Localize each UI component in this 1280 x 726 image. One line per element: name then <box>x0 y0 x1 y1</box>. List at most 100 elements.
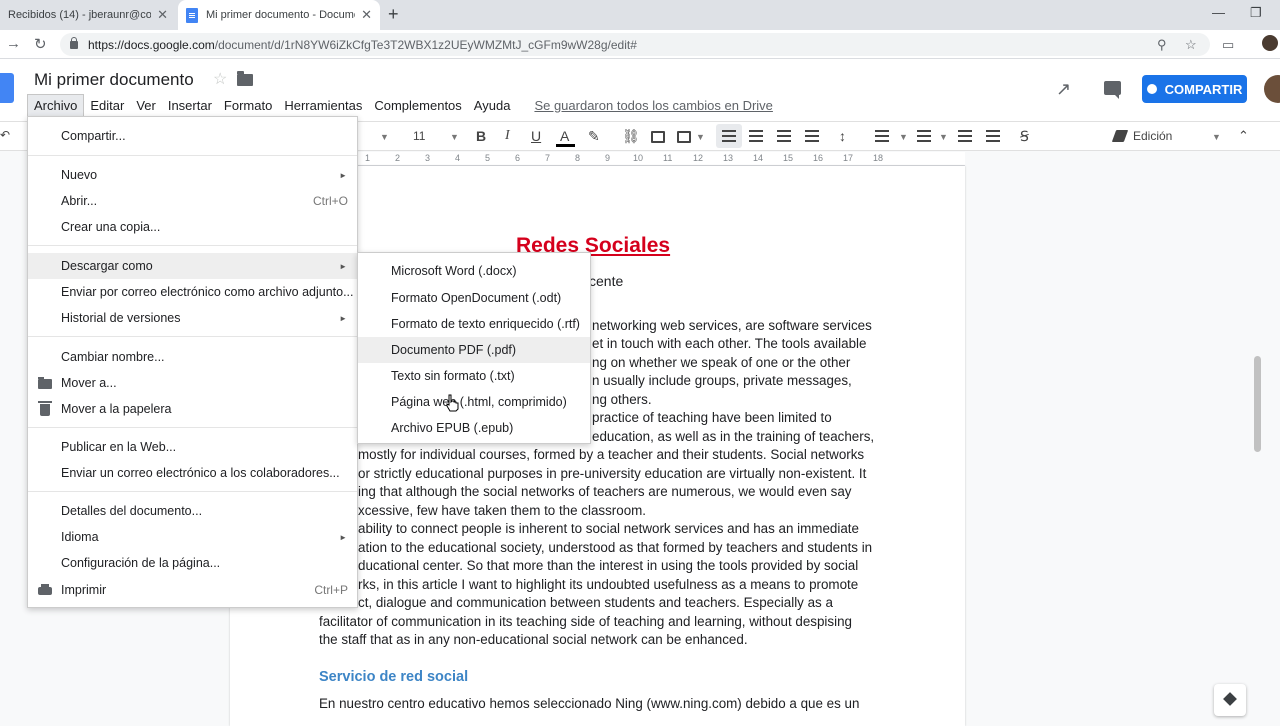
document-title[interactable]: Mi primer documento <box>34 70 194 90</box>
chevron-down-icon[interactable]: ▼ <box>696 132 705 142</box>
ruler-number: 2 <box>395 153 401 163</box>
menu-item-language[interactable]: Idioma ► <box>28 524 357 550</box>
folder-icon[interactable] <box>237 71 253 86</box>
restore-icon[interactable]: ❐ <box>1250 5 1262 21</box>
menu-archivo[interactable]: Archivo <box>27 94 85 116</box>
star-icon[interactable]: ☆ <box>213 69 227 89</box>
scrollbar[interactable] <box>1250 166 1264 720</box>
menu-item-email-collaborators[interactable]: Enviar un correo electrónico a los colab… <box>28 460 357 486</box>
menu-item-page-setup[interactable]: Configuración de la página... <box>28 550 357 576</box>
profile-icon[interactable] <box>1262 35 1278 51</box>
editing-mode-select[interactable]: Edición <box>1133 129 1172 143</box>
address-bar: → ↻ https://docs.google.com/document/d/1… <box>0 30 1280 59</box>
menu-item-share[interactable]: Compartir... <box>28 123 357 149</box>
decrease-indent-icon[interactable] <box>958 130 972 142</box>
url-input[interactable]: https://docs.google.com/document/d/1rN8Y… <box>60 33 1210 56</box>
menu-item-publish-web[interactable]: Publicar en la Web... <box>28 434 357 460</box>
chevron-down-icon[interactable]: ▼ <box>1212 132 1221 142</box>
menu-item-version-history[interactable]: Historial de versiones ► <box>28 305 357 331</box>
chevron-down-icon[interactable]: ▼ <box>939 132 948 142</box>
ruler[interactable]: 1 2 3 4 5 6 7 8 9 10 11 12 13 14 15 16 1… <box>357 152 965 166</box>
tab-docs[interactable]: Mi primer documento - Documen ✕ <box>178 0 380 30</box>
align-right-icon[interactable] <box>777 130 791 142</box>
download-as-submenu: Microsoft Word (.docx) Formato OpenDocum… <box>357 252 591 444</box>
menu-item-make-copy[interactable]: Crear una copia... <box>28 214 357 240</box>
close-icon[interactable]: ✕ <box>157 7 168 23</box>
menu-ver[interactable]: Ver <box>130 95 162 116</box>
zoom-icon[interactable]: ⚲ <box>1157 37 1167 53</box>
ruler-number: 8 <box>575 153 581 163</box>
menu-item-download-as[interactable]: Descargar como ► <box>28 253 357 279</box>
menu-item-rename[interactable]: Cambiar nombre... <box>28 344 357 370</box>
menu-insertar[interactable]: Insertar <box>162 95 218 116</box>
menu-shortcut: Ctrl+O <box>312 194 348 208</box>
docs-logo-icon[interactable] <box>0 73 14 103</box>
menu-item-new[interactable]: Nuevo ► <box>28 162 357 188</box>
download-epub[interactable]: Archivo EPUB (.epub) <box>358 415 590 441</box>
menu-item-move-to-trash[interactable]: Mover a la papelera <box>28 396 357 422</box>
menu-separator <box>28 155 357 156</box>
undo-icon[interactable]: ↶ <box>0 128 10 142</box>
menu-herramientas[interactable]: Herramientas <box>278 95 368 116</box>
menu-item-label: Historial de versiones <box>61 311 181 325</box>
add-comment-icon[interactable] <box>651 131 665 143</box>
menu-editar[interactable]: Editar <box>84 95 130 116</box>
download-pdf[interactable]: Documento PDF (.pdf) <box>358 337 590 363</box>
body-line: ation to the educational society, unders… <box>358 540 873 555</box>
avatar[interactable] <box>1264 75 1280 103</box>
activity-trend-icon[interactable]: ↗ <box>1056 79 1071 100</box>
line-spacing-icon[interactable]: ↕ <box>839 128 846 144</box>
menu-item-open[interactable]: Abrir... Ctrl+O <box>28 188 357 214</box>
align-justify-icon[interactable] <box>805 130 819 142</box>
download-docx[interactable]: Microsoft Word (.docx) <box>358 258 590 284</box>
forward-icon[interactable]: → <box>6 35 21 52</box>
collapse-icon[interactable]: ⌃ <box>1238 128 1249 144</box>
align-center-icon[interactable] <box>749 130 763 142</box>
scroll-thumb[interactable] <box>1254 356 1261 452</box>
close-icon[interactable]: ✕ <box>361 7 372 23</box>
minimize-icon[interactable]: — <box>1212 5 1225 20</box>
align-left-icon[interactable] <box>722 130 736 142</box>
insert-image-icon[interactable] <box>677 131 691 143</box>
underline-icon[interactable]: U <box>531 128 541 144</box>
comment-icon[interactable] <box>1104 81 1121 99</box>
download-rtf[interactable]: Formato de texto enriquecido (.rtf) <box>358 311 590 337</box>
submenu-arrow-icon: ► <box>339 261 347 271</box>
font-size-field[interactable]: 11 <box>413 129 425 143</box>
ruler-number: 7 <box>545 153 551 163</box>
bold-icon[interactable]: B <box>476 128 486 144</box>
bulleted-list-icon[interactable] <box>917 130 931 142</box>
clear-formatting-icon[interactable]: Ꞩ <box>1020 128 1029 145</box>
save-status-link[interactable]: Se guardaron todos los cambios en Drive <box>534 98 772 113</box>
download-html[interactable]: Página web (.html, comprimido) <box>358 389 590 415</box>
link-icon[interactable]: ⛓ <box>622 128 640 145</box>
download-txt[interactable]: Texto sin formato (.txt) <box>358 363 590 389</box>
menu-formato[interactable]: Formato <box>218 95 278 116</box>
ruler-number: 18 <box>873 153 884 163</box>
cast-icon[interactable]: ▭ <box>1222 37 1234 53</box>
bookmark-star-icon[interactable]: ☆ <box>1185 37 1197 53</box>
reload-icon[interactable]: ↻ <box>34 35 47 53</box>
text-color-bar <box>556 144 575 147</box>
italic-icon[interactable]: I <box>505 128 510 144</box>
author-line: cente <box>589 273 624 289</box>
new-tab-icon[interactable]: + <box>388 4 399 25</box>
chevron-down-icon[interactable]: ▼ <box>899 132 908 142</box>
download-odt[interactable]: Formato OpenDocument (.odt) <box>358 285 590 311</box>
explore-icon[interactable] <box>1214 684 1246 716</box>
text-color-icon[interactable]: A <box>560 128 569 144</box>
chevron-down-icon[interactable]: ▼ <box>450 132 459 142</box>
menu-item-print[interactable]: Imprimir Ctrl+P <box>28 577 357 603</box>
menu-ayuda[interactable]: Ayuda <box>468 95 517 116</box>
menu-item-move-to[interactable]: Mover a... <box>28 370 357 396</box>
numbered-list-icon[interactable] <box>875 130 889 142</box>
menu-item-document-details[interactable]: Detalles del documento... <box>28 498 357 524</box>
menu-item-email-attachment[interactable]: Enviar por correo electrónico como archi… <box>28 279 357 305</box>
chevron-down-icon[interactable]: ▼ <box>380 132 389 142</box>
share-button[interactable]: COMPARTIR <box>1142 75 1247 103</box>
highlight-icon[interactable]: ✎ <box>588 128 600 145</box>
tab-gmail[interactable]: Recibidos (14) - jberaunr@contin ✕ <box>0 0 176 30</box>
menu-item-label: Imprimir <box>61 583 107 597</box>
increase-indent-icon[interactable] <box>986 130 1000 142</box>
menu-complementos[interactable]: Complementos <box>368 95 467 116</box>
